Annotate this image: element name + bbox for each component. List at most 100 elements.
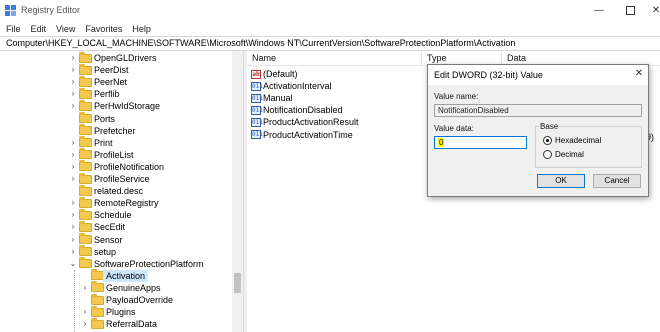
tree-item[interactable]: › PerHwIdStorage — [0, 99, 230, 112]
tree-item[interactable]: › RemoteRegistry — [0, 196, 230, 209]
tree-item[interactable]: › Print — [0, 136, 230, 149]
folder-icon — [79, 148, 92, 160]
tree-item[interactable]: › PeerDist — [0, 63, 230, 76]
folder-icon — [79, 220, 92, 232]
tree-item[interactable]: ⌄ SoftwareProtectionPlatform — [0, 257, 230, 270]
tree-scrollbar[interactable] — [232, 51, 243, 332]
tree-item-label: ProfileService — [94, 174, 150, 184]
binary-value-icon: 011 — [251, 117, 263, 127]
tree-item[interactable]: › PeerNet — [0, 75, 230, 88]
minimize-button[interactable]: — — [584, 0, 614, 21]
column-name-header[interactable]: Name — [252, 53, 276, 63]
value-row[interactable]: 011 ProductActivationTime — [251, 129, 353, 141]
tree-item[interactable]: › Plugins — [0, 305, 230, 318]
key-tree[interactable]: › OpenGLDrivers › PeerDist › PeerNet › Perflib ›… — [0, 51, 243, 332]
column-divider[interactable] — [421, 51, 422, 66]
tree-item[interactable]: › SecEdit — [0, 220, 230, 233]
column-type-header[interactable]: Type — [427, 53, 447, 63]
folder-icon — [79, 63, 92, 75]
tree-item[interactable]: › Schedule — [0, 208, 230, 221]
tree-item-label: Print — [94, 137, 113, 148]
folder-icon — [79, 160, 92, 172]
hexadecimal-radio[interactable]: Hexadecimal — [543, 136, 601, 145]
tree-item[interactable]: Prefetcher — [0, 124, 230, 137]
chevron-right-icon[interactable]: › — [69, 100, 77, 112]
binary-value-icon: 011 — [251, 81, 263, 91]
value-data-label: Value data: — [434, 124, 474, 133]
chevron-right-icon[interactable]: › — [81, 306, 89, 318]
value-data-input[interactable]: 0 — [434, 136, 527, 149]
value-name: NotificationDisabled — [263, 105, 343, 116]
folder-icon — [79, 112, 92, 123]
tree-item-label: PayloadOverride — [106, 295, 174, 305]
chevron-right-icon[interactable]: › — [69, 161, 77, 173]
value-row[interactable]: ab (Default) — [251, 68, 298, 80]
cancel-button[interactable]: Cancel — [593, 174, 641, 188]
tree-item-label: Activation — [103, 269, 149, 282]
value-data-text: 0 — [438, 138, 445, 147]
ok-button[interactable]: OK — [537, 174, 585, 188]
menu-view[interactable]: View — [56, 24, 75, 34]
menu-help[interactable]: Help — [132, 24, 151, 34]
folder-icon — [79, 196, 92, 208]
folder-icon — [79, 51, 92, 63]
folder-icon — [79, 184, 92, 196]
tree-item[interactable]: › setup — [0, 245, 230, 258]
tree-item[interactable]: › ProfileList — [0, 148, 230, 161]
chevron-right-icon[interactable]: › — [69, 209, 77, 221]
decimal-label: Decimal — [555, 150, 584, 159]
value-row[interactable]: 011 Manual — [251, 92, 293, 104]
tree-item[interactable]: PayloadOverride — [0, 293, 230, 306]
value-row[interactable]: 011 NotificationDisabled — [251, 104, 343, 116]
tree-item[interactable]: › ProfileNotification — [0, 160, 230, 173]
tree-item-label: PeerNet — [94, 77, 128, 88]
chevron-right-icon[interactable]: › — [69, 76, 77, 88]
value-name-text: NotificationDisabled — [438, 106, 509, 115]
menu-edit[interactable]: Edit — [31, 24, 47, 34]
tree-item-label: RemoteRegistry — [94, 198, 159, 209]
folder-icon — [79, 172, 92, 184]
chevron-right-icon[interactable]: › — [69, 197, 77, 209]
chevron-right-icon[interactable]: › — [81, 318, 89, 330]
tree-item[interactable]: › Sensor — [0, 233, 230, 246]
value-name: ActivationInterval — [263, 81, 332, 92]
tree-item[interactable]: › ReferralData — [0, 317, 230, 330]
tree-item-label: Schedule — [94, 210, 132, 221]
dialog-close-button[interactable]: ✕ — [632, 67, 646, 81]
close-button[interactable]: ✕ — [641, 0, 660, 21]
tree-item[interactable]: related.desc — [0, 184, 230, 197]
tree-item[interactable]: › Perflib — [0, 87, 230, 100]
chevron-right-icon[interactable]: › — [69, 173, 77, 185]
tree-item-label: Prefetcher — [94, 125, 136, 136]
maximize-icon — [625, 6, 635, 15]
chevron-right-icon[interactable]: › — [69, 137, 77, 149]
value-name-field: NotificationDisabled — [434, 104, 642, 117]
value-row[interactable]: 011 ActivationInterval — [251, 80, 332, 92]
column-data-header[interactable]: Data — [507, 53, 526, 63]
chevron-right-icon[interactable]: › — [69, 88, 77, 100]
chevron-right-icon[interactable]: › — [69, 149, 77, 161]
chevron-right-icon[interactable]: › — [69, 52, 77, 64]
tree-scrollbar-thumb[interactable] — [234, 273, 241, 293]
tree-item[interactable]: › GenuineApps — [0, 281, 230, 294]
value-row[interactable]: 011 ProductActivationResult — [251, 116, 359, 128]
address-bar[interactable]: Computer\HKEY_LOCAL_MACHINE\SOFTWARE\Mic… — [0, 36, 660, 51]
hexadecimal-label: Hexadecimal — [555, 136, 602, 145]
tree-item-label: PeerDist — [94, 65, 129, 76]
menu-favorites[interactable]: Favorites — [85, 24, 122, 34]
tree-item[interactable]: Activation — [0, 269, 230, 282]
value-name: ProductActivationTime — [263, 129, 353, 140]
menu-file[interactable]: File — [6, 24, 21, 34]
chevron-down-icon[interactable]: ⌄ — [69, 258, 77, 270]
chevron-right-icon[interactable]: › — [69, 64, 77, 76]
tree-item-label: setup — [94, 246, 117, 257]
decimal-radio[interactable]: Decimal — [543, 150, 584, 159]
tree-item[interactable]: › ProfileService — [0, 172, 230, 185]
chevron-right-icon[interactable]: › — [69, 221, 77, 233]
chevron-right-icon[interactable]: › — [69, 234, 77, 246]
chevron-right-icon[interactable]: › — [81, 282, 89, 294]
chevron-right-icon[interactable]: › — [69, 246, 77, 258]
tree-item[interactable]: › OpenGLDrivers — [0, 51, 230, 64]
folder-icon — [79, 257, 92, 269]
tree-item[interactable]: Ports — [0, 112, 230, 125]
